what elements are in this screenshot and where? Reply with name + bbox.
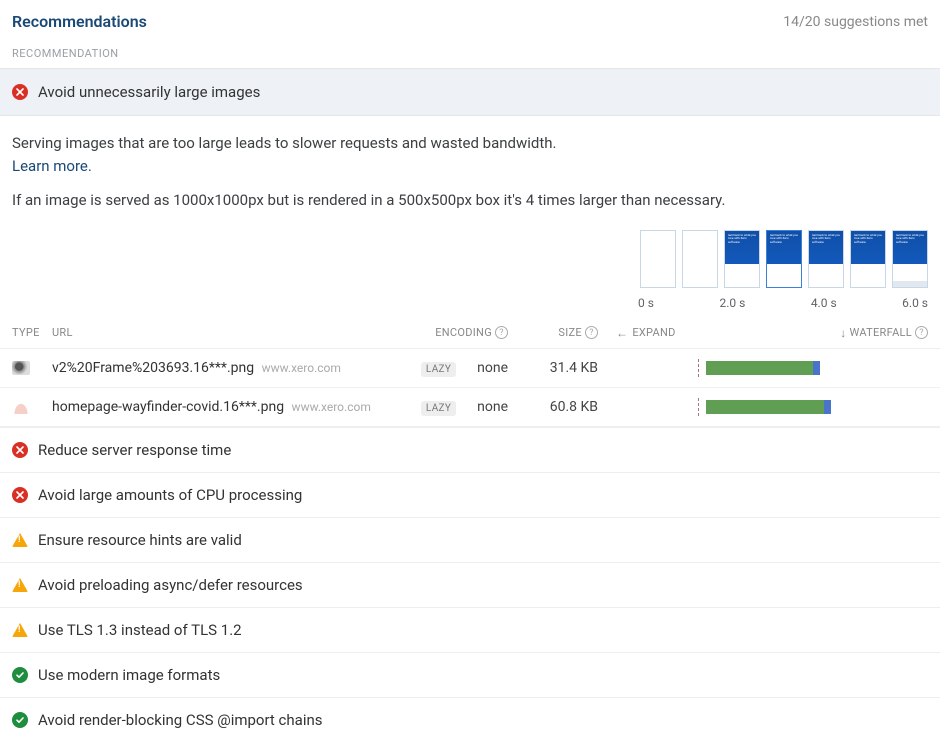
recommendation-row-title: Use modern image formats	[38, 666, 220, 684]
arrow-left-icon: ←	[616, 326, 628, 340]
filmstrip-frames: Get back to what you love with Xero soft…	[640, 230, 928, 288]
filmstrip-frame[interactable]: Get back to what you love with Xero soft…	[808, 230, 844, 288]
resource-row[interactable]: homepage-wayfinder-covid.16***.png www.x…	[0, 388, 940, 427]
resource-thumbnail	[12, 400, 30, 414]
description-line-1: Serving images that are too large leads …	[12, 134, 557, 152]
col-header-waterfall[interactable]: ↓ WATERFALL ?	[698, 326, 928, 340]
warn-icon	[12, 533, 28, 547]
time-axis-label: 0 s	[638, 296, 654, 310]
help-icon[interactable]: ?	[495, 326, 508, 339]
col-header-size[interactable]: SIZE ?	[508, 326, 598, 339]
encoding-value: none	[477, 399, 508, 415]
lazy-badge: LAZY	[421, 362, 456, 377]
resource-table-header: TYPE URL ENCODING ? SIZE ? ← EXPAND ↓ WA…	[0, 318, 940, 349]
fail-icon	[12, 442, 28, 458]
col-header-expand[interactable]: ← EXPAND	[598, 326, 698, 340]
encoding-value: none	[477, 360, 508, 376]
warn-icon	[12, 623, 28, 637]
recommendation-row-title: Avoid preloading async/defer resources	[38, 576, 303, 594]
filmstrip-frame[interactable]: Get back to what you love with Xero soft…	[850, 230, 886, 288]
lazy-badge: LAZY	[421, 401, 456, 416]
recommendation-row[interactable]: Use modern image formats	[0, 652, 940, 697]
warn-icon	[12, 578, 28, 592]
resource-filename: v2%20Frame%203693.16***.png	[52, 360, 254, 376]
page-title: Recommendations	[12, 12, 147, 31]
col-header-type[interactable]: TYPE	[12, 326, 52, 339]
filmstrip-frame[interactable]	[640, 230, 676, 288]
time-axis: 0 s 2.0 s 4.0 s 6.0 s	[638, 296, 928, 310]
description-line-2: If an image is served as 1000x1000px but…	[12, 189, 928, 212]
recommendation-title: Avoid unnecessarily large images	[38, 83, 260, 101]
recommendation-row[interactable]: Reduce server response time	[0, 427, 940, 472]
waterfall-cell	[698, 359, 928, 377]
suggestions-count: 14/20 suggestions met	[783, 14, 928, 30]
resource-domain: www.xero.com	[262, 361, 341, 375]
help-icon[interactable]: ?	[585, 326, 598, 339]
time-axis-label: 2.0 s	[719, 296, 745, 310]
learn-more-link[interactable]: Learn more.	[12, 157, 92, 175]
resource-filename: homepage-wayfinder-covid.16***.png	[52, 399, 284, 415]
fail-icon	[12, 84, 28, 100]
resource-table-body: v2%20Frame%203693.16***.png www.xero.com…	[0, 349, 940, 427]
filmstrip-frame[interactable]: Get back to what you love with Xero soft…	[892, 230, 928, 288]
recommendation-row-title: Ensure resource hints are valid	[38, 531, 242, 549]
size-value: 31.4 KB	[550, 360, 598, 376]
fail-icon	[12, 487, 28, 503]
col-header-url[interactable]: URL	[52, 326, 408, 339]
filmstrip-frame[interactable]: Get back to what you love with Xero soft…	[766, 230, 802, 288]
waterfall-cell	[698, 398, 928, 416]
arrow-down-icon: ↓	[840, 326, 846, 340]
filmstrip-frame[interactable]: Get back to what you love with Xero soft…	[724, 230, 760, 288]
resource-thumbnail	[12, 361, 30, 375]
pass-icon	[12, 712, 28, 728]
filmstrip-timeline: Get back to what you love with Xero soft…	[0, 230, 940, 318]
filmstrip-frame[interactable]	[682, 230, 718, 288]
col-header-encoding[interactable]: ENCODING ?	[408, 326, 508, 339]
recommendation-row-title: Avoid render-blocking CSS @import chains	[38, 711, 323, 729]
time-axis-label: 6.0 s	[902, 296, 928, 310]
recommendation-row[interactable]: Avoid render-blocking CSS @import chains	[0, 697, 940, 742]
recommendation-header-row[interactable]: Avoid unnecessarily large images	[0, 69, 940, 116]
recommendations-list: Reduce server response time Avoid large a…	[0, 427, 940, 742]
expanded-recommendation: Avoid unnecessarily large images Serving…	[0, 68, 940, 427]
resource-row[interactable]: v2%20Frame%203693.16***.png www.xero.com…	[0, 349, 940, 388]
pass-icon	[12, 667, 28, 683]
time-axis-label: 4.0 s	[811, 296, 837, 310]
recommendation-row-title: Avoid large amounts of CPU processing	[38, 486, 302, 504]
recommendations-header: Recommendations 14/20 suggestions met	[0, 0, 940, 41]
help-icon[interactable]: ?	[915, 326, 928, 339]
recommendation-row[interactable]: Avoid large amounts of CPU processing	[0, 472, 940, 517]
recommendation-row[interactable]: Avoid preloading async/defer resources	[0, 562, 940, 607]
section-label: RECOMMENDATION	[0, 41, 940, 68]
size-value: 60.8 KB	[550, 399, 598, 415]
recommendation-row-title: Reduce server response time	[38, 441, 231, 459]
recommendation-row-title: Use TLS 1.3 instead of TLS 1.2	[38, 621, 242, 639]
recommendation-description: Serving images that are too large leads …	[0, 116, 940, 230]
recommendation-row[interactable]: Use TLS 1.3 instead of TLS 1.2	[0, 607, 940, 652]
recommendation-row[interactable]: Ensure resource hints are valid	[0, 517, 940, 562]
resource-domain: www.xero.com	[292, 400, 371, 414]
